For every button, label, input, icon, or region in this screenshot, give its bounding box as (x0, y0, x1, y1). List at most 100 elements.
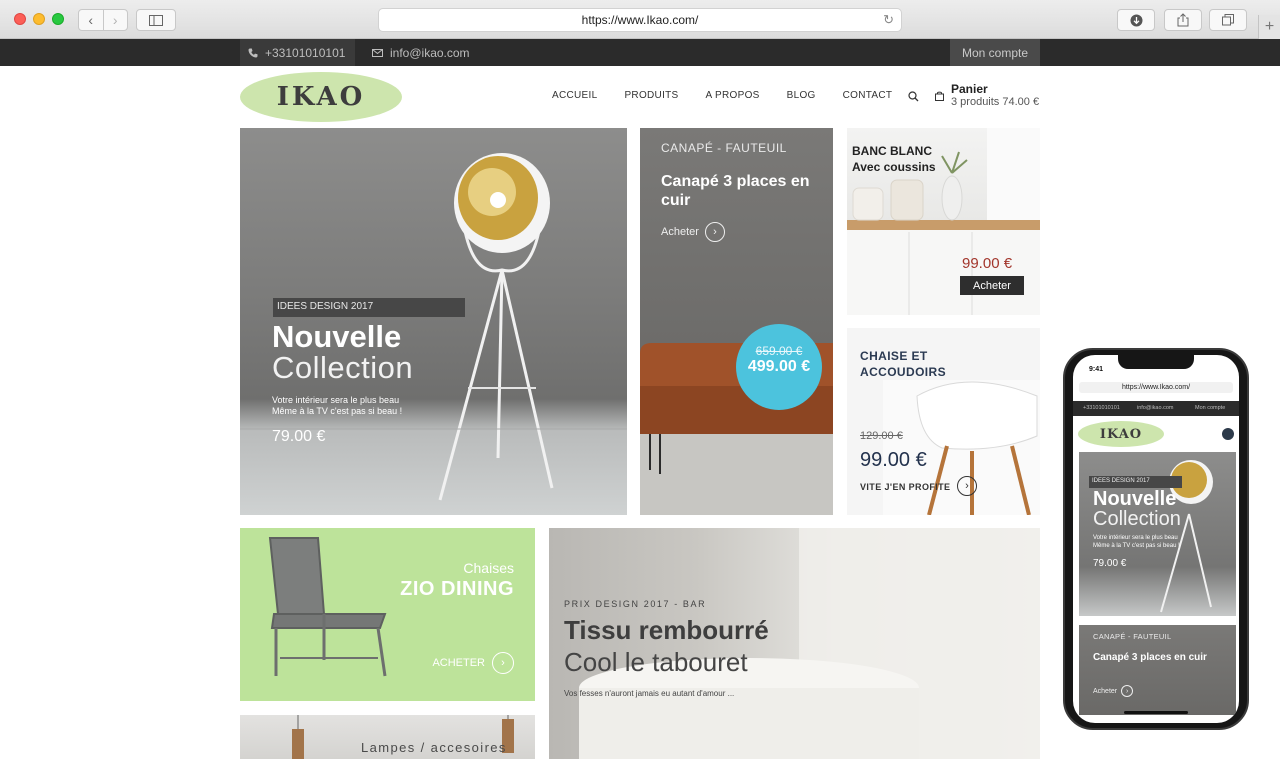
phone-screen: 9:41 https://www.Ikao.com/ +33101010101 … (1073, 355, 1239, 723)
sofa-title: Canapé 3 places en cuir (661, 173, 810, 209)
phone-topbar-phone[interactable]: +33101010101 (1083, 405, 1120, 411)
tabs-icon (1222, 14, 1234, 26)
bench-price: 99.00 € (962, 255, 1013, 272)
cart-title[interactable]: Panier (951, 82, 988, 96)
close-window-button[interactable] (14, 13, 26, 25)
stool-title: Tissu rembourré (564, 615, 769, 645)
stool-description: Vos fesses n'auront jamais eu autant d'a… (564, 689, 735, 698)
hero-desc-line: Votre intérieur sera le plus beau (272, 395, 400, 405)
phone-sofa-buy-link[interactable]: Acheter › (1093, 685, 1134, 697)
chevron-right-icon: › (112, 12, 118, 28)
topbar-email[interactable]: info@ikao.com (372, 39, 470, 66)
sofa-old-price: 659.00 € (755, 344, 803, 358)
phone-topbar-account[interactable]: Mon compte (1195, 405, 1225, 411)
hamburger-menu-icon[interactable] (1222, 428, 1234, 440)
nav-item-accueil[interactable]: ACCUEIL (552, 90, 597, 101)
phone-address-bar[interactable]: https://www.Ikao.com/ (1079, 382, 1233, 393)
reload-icon[interactable]: ↻ (883, 12, 894, 28)
chair-new-price: 99.00 € (860, 449, 927, 471)
phone-hero-desc-line: Même à la TV c'est pas si beau ! (1093, 543, 1180, 549)
account-link[interactable]: Mon compte (950, 39, 1040, 66)
sofa-buy-label: Acheter (661, 226, 699, 238)
phone-home-indicator (1124, 711, 1188, 714)
bench-buy-button[interactable]: Acheter (960, 276, 1024, 295)
nav-item-blog[interactable]: BLOG (787, 90, 816, 101)
topbar-phone-text: +33101010101 (265, 45, 346, 60)
phone-sofa-buy-label: Acheter (1093, 687, 1118, 695)
lamps-title: Lampes / accesoires (361, 740, 507, 755)
arrow-right-icon[interactable]: › (957, 476, 977, 496)
phone-topbar-email[interactable]: info@ikao.com (1137, 405, 1173, 411)
chair-title: CHAISE ET ACCOUDOIRS (860, 348, 946, 380)
sidebar-icon (149, 14, 163, 26)
phone-topbar: +33101010101 info@ikao.com Mon compte (1073, 401, 1239, 416)
phone-notch (1118, 355, 1194, 369)
hero-subtitle: Collection (272, 350, 414, 385)
site-topbar: +33101010101 info@ikao.com Mon compte (0, 39, 1280, 66)
hero-description: Votre intérieur sera le plus beau Même à… (272, 395, 472, 417)
maximize-window-button[interactable] (52, 13, 64, 25)
zio-subtitle: Chaises (463, 560, 514, 576)
chair-title-line: ACCOUDOIRS (860, 365, 947, 379)
address-bar[interactable]: https://www.Ikao.com/ ↻ (378, 8, 902, 32)
history-nav: ‹ › (78, 9, 128, 31)
arrow-right-icon: › (1121, 685, 1134, 697)
sofa-new-price: 499.00 € (747, 358, 811, 375)
bench-title: BANC BLANC Avec coussins (852, 143, 936, 175)
price-bubble: 659.00 € 499.00 € (736, 324, 822, 410)
share-icon (1177, 13, 1189, 27)
phone-sofa-tile[interactable]: CANAPÉ - FAUTEUIL Canapé 3 places en cui… (1079, 625, 1236, 715)
shopping-bag-icon[interactable] (935, 91, 944, 101)
topbar-email-text: info@ikao.com (390, 45, 470, 60)
forward-button[interactable]: › (102, 10, 128, 30)
bench-title-line: BANC BLANC (852, 144, 932, 158)
phone-logo-text: IKAO (1099, 426, 1143, 442)
bench-promo-tile[interactable]: BANC BLANC Avec coussins 99.00 € Acheter (847, 128, 1040, 315)
arrow-right-icon: › (704, 222, 725, 242)
minimize-window-button[interactable] (33, 13, 45, 25)
url-text: https://www.Ikao.com/ (581, 13, 699, 27)
chair-cta-link[interactable]: VITE J'EN PROFITE (860, 482, 950, 492)
chair-illustration (268, 537, 387, 677)
nav-item-a-propos[interactable]: A PROPOS (706, 90, 760, 101)
nav-item-contact[interactable]: CONTACT (843, 90, 893, 101)
zio-buy-label: ACHETER (432, 657, 485, 669)
hero-banner[interactable]: IDEES DESIGN 2017 Nouvelle Collection Vo… (240, 128, 627, 515)
back-button[interactable]: ‹ (79, 10, 103, 30)
chair-title-line: CHAISE ET (860, 349, 928, 363)
chair-old-price: 129.00 € (860, 430, 903, 442)
plus-icon: + (1264, 18, 1275, 35)
browser-toolbar: ‹ › https://www.Ikao.com/ ↻ + (0, 0, 1280, 39)
stool-category: PRIX DESIGN 2017 - BAR (564, 599, 707, 609)
sofa-promo-tile[interactable]: CANAPÉ - FAUTEUIL Canapé 3 places en cui… (640, 128, 833, 515)
zio-dining-tile[interactable]: Chaises ZIO DINING ACHETER › (240, 528, 535, 701)
new-tab-button[interactable]: + (1258, 15, 1280, 39)
main-nav: ACCUEIL PRODUITS A PROPOS BLOG CONTACT (552, 90, 892, 101)
lamps-tile[interactable]: Lampes / accesoires (240, 715, 535, 759)
phone-hero-subtitle: Collection (1093, 508, 1181, 530)
nav-item-produits[interactable]: PRODUITS (624, 90, 678, 101)
zio-buy-link[interactable]: ACHETER › (432, 652, 514, 674)
share-button[interactable] (1164, 9, 1202, 31)
sofa-buy-link[interactable]: Acheter › (661, 222, 725, 242)
download-icon (1130, 14, 1142, 26)
phone-hero-description: Votre intérieur sera le plus beau Même à… (1093, 534, 1180, 550)
search-icon[interactable] (908, 91, 919, 102)
zio-title: ZIO DINING (400, 578, 514, 600)
site-logo[interactable]: IKAO (240, 72, 402, 122)
sidebar-toggle-button[interactable] (136, 9, 176, 31)
phone-hero[interactable]: IDEES DESIGN 2017 Nouvelle Collection Vo… (1079, 452, 1236, 616)
cart-summary[interactable]: 3 produits 74.00 € (951, 96, 1039, 108)
tabs-overview-button[interactable] (1209, 9, 1247, 31)
phone-icon (248, 48, 258, 57)
phone-hero-desc-line: Votre intérieur sera le plus beau (1093, 535, 1178, 541)
phone-sofa-category: CANAPÉ - FAUTEUIL (1093, 632, 1172, 641)
topbar-phone[interactable]: +33101010101 (240, 39, 355, 66)
stool-banner[interactable]: PRIX DESIGN 2017 - BAR Tissu rembourré C… (549, 528, 1040, 759)
mail-icon (372, 48, 383, 57)
downloads-button[interactable] (1117, 9, 1155, 31)
hero-desc-line: Même à la TV c'est pas si beau ! (272, 406, 403, 416)
phone-logo[interactable]: IKAO (1078, 421, 1164, 447)
hero-price: 79.00 € (272, 428, 326, 445)
chair-promo-tile[interactable]: CHAISE ET ACCOUDOIRS 129.00 € 99.00 € VI… (847, 328, 1040, 515)
